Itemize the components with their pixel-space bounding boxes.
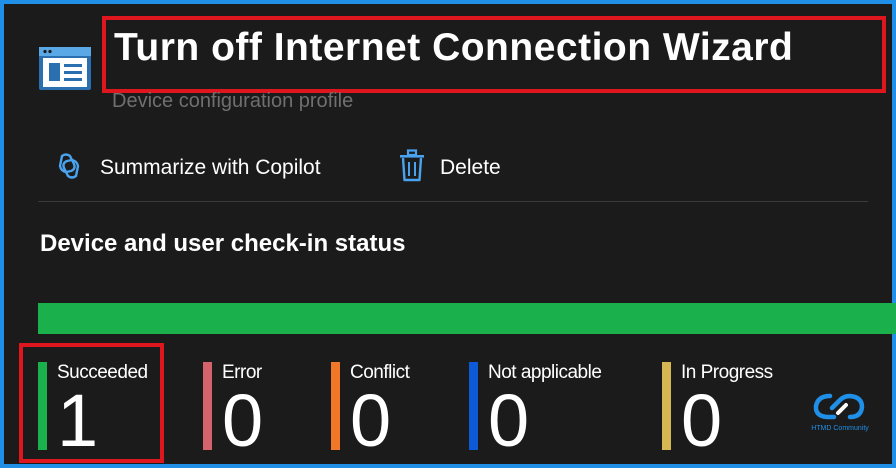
toolbar-divider xyxy=(38,201,868,202)
stat-count: 0 xyxy=(488,379,530,462)
profile-window-icon xyxy=(38,44,94,92)
stat-in-progress[interactable]: In Progress 0 xyxy=(662,362,792,458)
check-in-progress-bar xyxy=(38,303,896,334)
stat-color-bar xyxy=(469,362,478,450)
summarize-with-copilot-button[interactable]: Summarize with Copilot xyxy=(52,150,321,186)
delete-label: Delete xyxy=(440,156,501,179)
stat-error[interactable]: Error 0 xyxy=(203,362,313,458)
copilot-icon xyxy=(52,149,86,188)
stat-not-applicable[interactable]: Not applicable 0 xyxy=(469,362,639,458)
stat-color-bar xyxy=(662,362,671,450)
progress-fill-succeeded xyxy=(38,303,896,334)
section-title: Device and user check-in status xyxy=(40,230,406,257)
watermark-text: HTMD Community xyxy=(811,425,869,432)
stat-color-bar xyxy=(203,362,212,450)
stat-count: 0 xyxy=(681,379,723,462)
page-subtitle: Device configuration profile xyxy=(112,90,354,112)
page-title: Turn off Internet Connection Wizard xyxy=(114,26,794,69)
stat-succeeded[interactable]: Succeeded 1 xyxy=(38,362,158,458)
stat-count: 0 xyxy=(350,379,392,462)
summarize-label: Summarize with Copilot xyxy=(100,156,321,179)
window-frame: Turn off Internet Connection Wizard Devi… xyxy=(0,0,896,468)
stat-count: 0 xyxy=(222,379,264,462)
trash-icon xyxy=(398,148,426,188)
stat-conflict[interactable]: Conflict 0 xyxy=(331,362,451,458)
htmd-logo xyxy=(810,388,870,448)
delete-button[interactable]: Delete xyxy=(398,148,501,188)
stat-color-bar xyxy=(38,362,47,450)
stat-color-bar xyxy=(331,362,340,450)
stat-count: 1 xyxy=(57,379,99,462)
